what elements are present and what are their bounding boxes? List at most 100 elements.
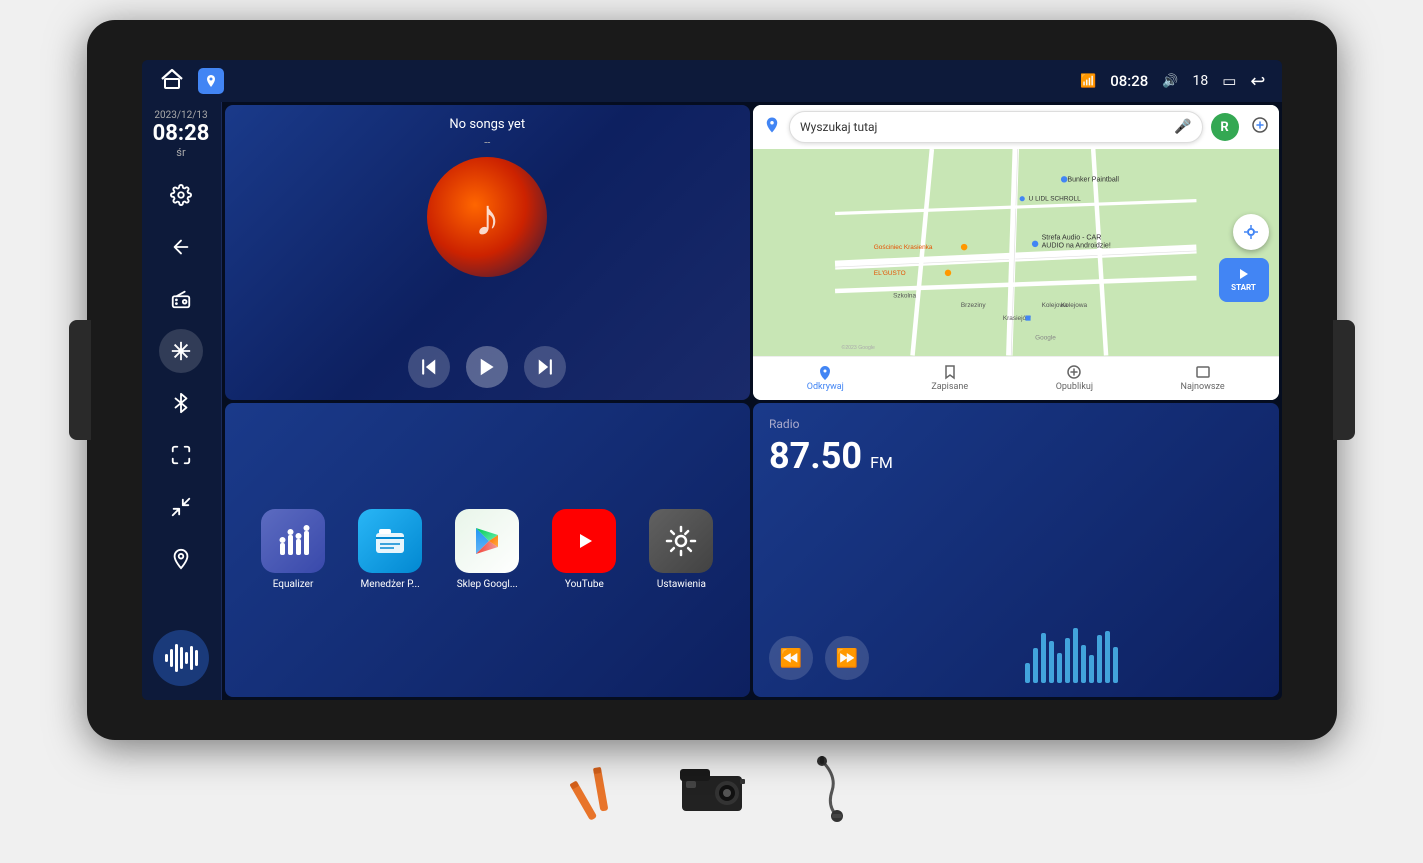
status-time: 08:28 [1110,72,1148,90]
svg-text:Kolejowa: Kolejowa [1042,302,1069,309]
voice-bars [165,644,198,672]
map-settings-icon[interactable] [1251,116,1269,138]
back-nav-icon[interactable]: ↩ [1250,71,1265,92]
sidebar-bluetooth-icon[interactable] [159,381,203,425]
najnowsze-label: Najnowsze [1181,382,1225,392]
maps-app-icon[interactable] [198,68,224,94]
zapisane-label: Zapisane [931,382,968,392]
svg-text:©2023 Google: ©2023 Google [842,344,875,351]
radio-bar [1081,645,1086,683]
sidebar-radio-icon[interactable] [159,277,203,321]
radio-visualizer [881,633,1263,683]
sidebar-ac-icon[interactable] [159,329,203,373]
music-subtitle: -- [484,136,490,149]
map-start-button[interactable]: START [1219,258,1269,302]
sidebar: 2023/12/13 08:28 śr [142,102,222,700]
svg-text:Bunker Paintball: Bunker Paintball [1067,175,1119,183]
status-bar: 📶 08:28 🔊 18 ▭ ↩ [142,60,1282,102]
sidebar-day: śr [153,146,210,159]
play-button[interactable] [466,346,508,388]
map-footer-odkrywaj[interactable]: Odkrywaj [807,364,844,392]
svg-text:Szkolna: Szkolna [893,292,916,299]
map-avatar[interactable]: R [1211,113,1239,141]
svg-text:AUDIO na Androidzie!: AUDIO na Androidzie! [1042,242,1111,250]
camera-item [672,761,752,821]
left-bump [69,320,91,440]
files-app-item[interactable]: Menedżer P... [358,509,422,590]
car-head-unit: 📶 08:28 🔊 18 ▭ ↩ 2023/12/13 08:28 śr [87,20,1337,740]
music-title: No songs yet [449,117,525,132]
map-body: Bunker Paintball Gościniec Krasienka EL'… [753,149,1279,356]
svg-text:Gościniec Krasienka: Gościniec Krasienka [874,244,933,251]
svg-text:Google: Google [1035,334,1056,341]
playstore-icon-box [455,509,519,573]
radio-rewind-button[interactable]: ⏪ [769,636,813,680]
sidebar-contract-icon[interactable] [159,485,203,529]
next-button[interactable] [524,346,566,388]
home-icon[interactable] [158,67,186,95]
radio-panel: Radio 87.50 FM ⏪ ⏩ [753,403,1279,698]
sidebar-voice-button[interactable] [153,630,209,686]
sidebar-time: 08:28 [153,121,210,146]
radio-freq-row: 87.50 FM [769,435,1263,477]
music-panel: No songs yet -- ♪ [225,105,751,400]
sidebar-expand-icon[interactable] [159,433,203,477]
radio-bar [1057,653,1062,683]
files-label: Menedżer P... [361,579,420,590]
radio-bar [1041,633,1046,683]
settings-icon-box [649,509,713,573]
map-footer-najnowsze[interactable]: Najnowsze [1181,364,1225,392]
radio-band: FM [870,453,893,472]
volume-level: 18 [1192,73,1208,89]
map-footer-zapisane[interactable]: Zapisane [931,364,968,392]
radio-controls: ⏪ ⏩ [769,633,1263,683]
mic-cable-item [782,756,862,826]
radio-bar [1097,635,1102,683]
equalizer-label: Equalizer [273,579,314,590]
sidebar-location-icon[interactable] [159,537,203,581]
wifi-icon: 📶 [1080,74,1096,89]
youtube-app-item[interactable]: YouTube [552,509,616,590]
map-location-button[interactable] [1233,214,1269,250]
map-search-bar[interactable]: Wyszukaj tutaj 🎤 [789,111,1203,143]
map-logo-icon [763,116,781,138]
radio-bar [1113,647,1118,683]
accessories-row [562,740,862,834]
youtube-icon-box [552,509,616,573]
playstore-label: Sklep Googl... [457,579,518,590]
radio-forward-button[interactable]: ⏩ [825,636,869,680]
svg-text:EL'GUSTO: EL'GUSTO [874,270,906,277]
volume-icon: 🔊 [1162,74,1178,89]
map-background: Bunker Paintball Gościniec Krasienka EL'… [753,149,1279,356]
radio-bar [1089,655,1094,683]
map-start-label: START [1231,283,1256,292]
right-bump [1333,320,1355,440]
radio-bar [1073,628,1078,683]
youtube-label: YouTube [565,579,604,590]
map-mic-icon[interactable]: 🎤 [1174,119,1191,135]
radio-bar [1033,648,1038,683]
playstore-app-item[interactable]: Sklep Googl... [455,509,519,590]
map-panel: Wyszukaj tutaj 🎤 R [753,105,1279,400]
map-footer-opublikuj[interactable]: Opublikuj [1056,364,1093,392]
settings-label: Ustawienia [657,579,706,590]
map-footer: Odkrywaj Zapisane Opublikuj Najnows [753,356,1279,400]
radio-frequency: 87.50 [769,435,862,477]
status-bar-left [158,67,224,95]
sidebar-back-icon[interactable] [159,225,203,269]
settings-app-item[interactable]: Ustawienia [649,509,713,590]
music-note-icon: ♪ [474,187,500,248]
map-header: Wyszukaj tutaj 🎤 R [753,105,1279,149]
prev-button[interactable] [408,346,450,388]
screen: 📶 08:28 🔊 18 ▭ ↩ 2023/12/13 08:28 śr [142,60,1282,700]
panels-grid: No songs yet -- ♪ [222,102,1282,700]
sidebar-settings-icon[interactable] [159,173,203,217]
radio-bar [1105,631,1110,683]
equalizer-app-item[interactable]: Equalizer [261,509,325,590]
svg-text:U LIDL SCHROLL: U LIDL SCHROLL [1029,196,1081,203]
album-art: ♪ [427,157,547,277]
battery-icon: ▭ [1222,72,1236,90]
sidebar-datetime: 2023/12/13 08:28 śr [153,110,210,159]
map-search-text: Wyszukaj tutaj [800,120,1168,134]
odkrywaj-label: Odkrywaj [807,382,844,392]
